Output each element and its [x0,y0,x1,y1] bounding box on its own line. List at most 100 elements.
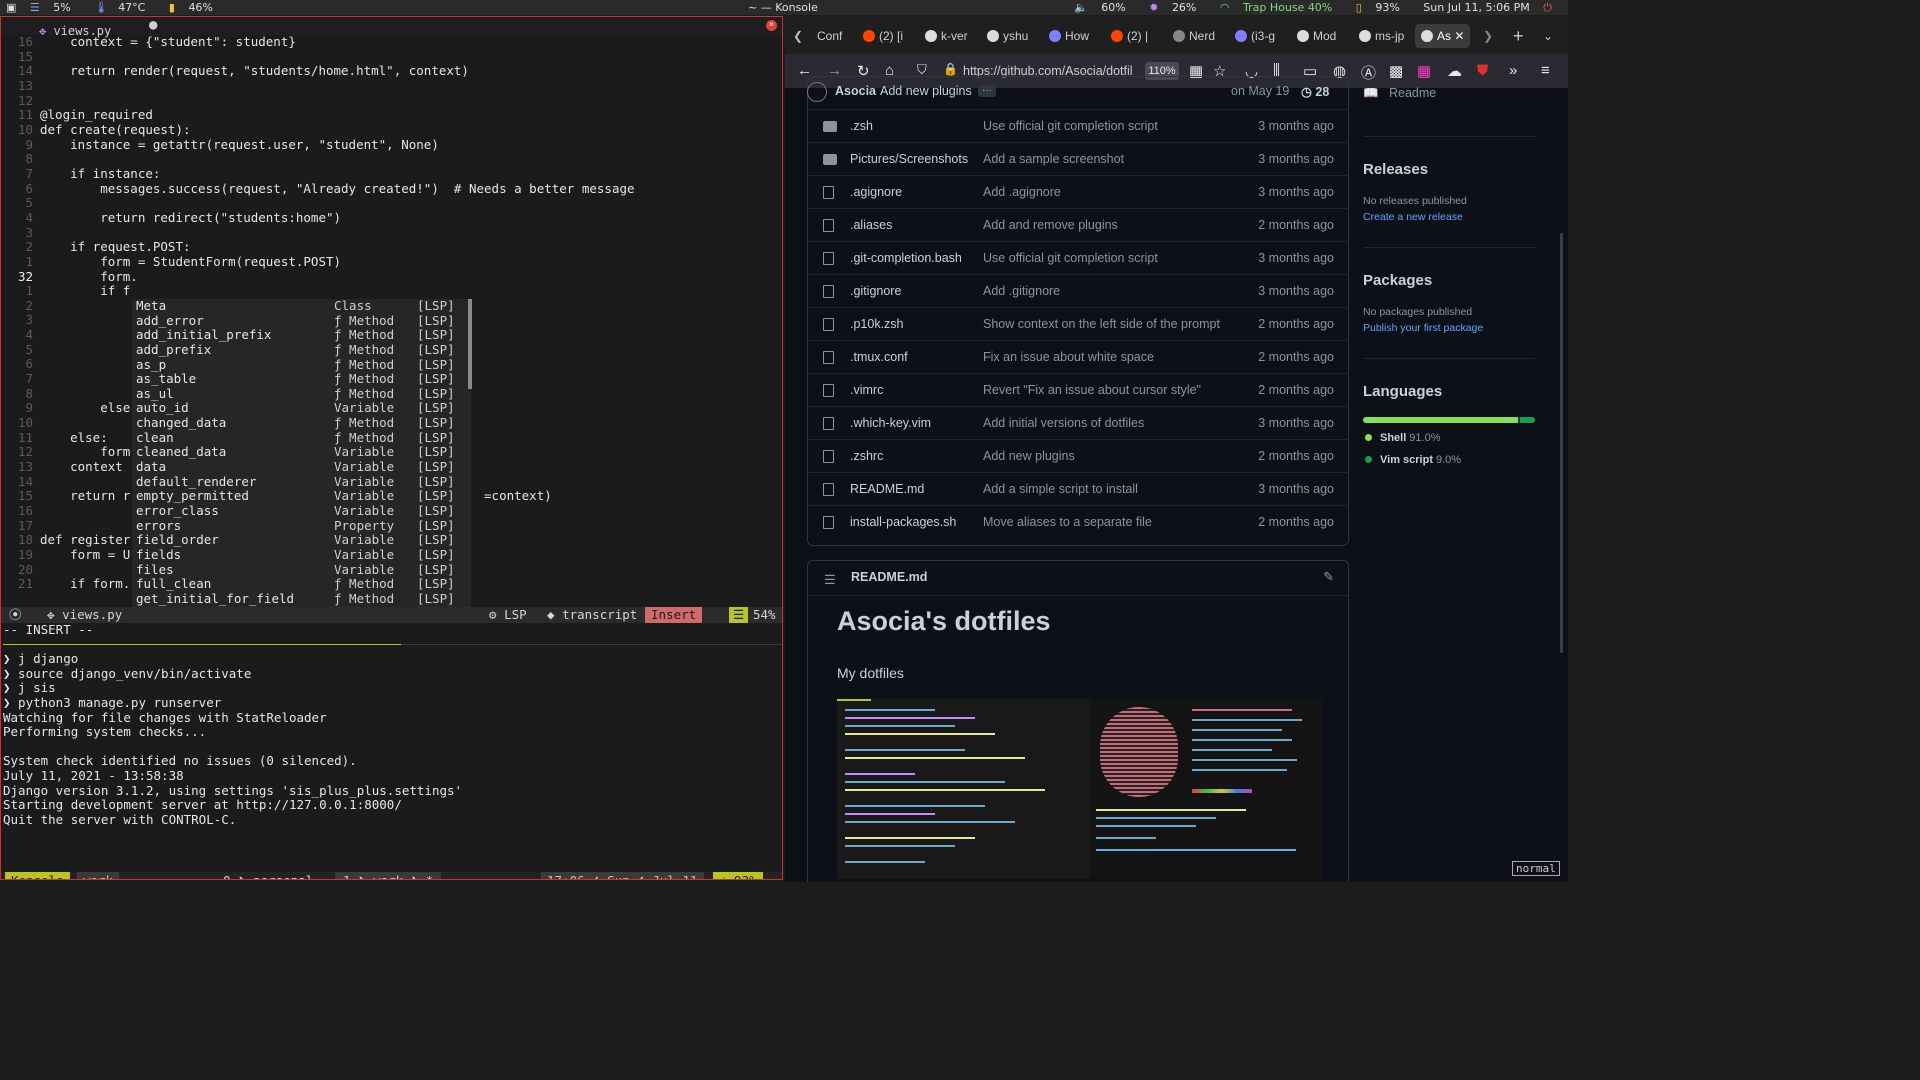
completion-item[interactable]: add_error ƒ Method [LSP] [132,313,471,329]
file-name[interactable]: .tmux.conf [850,350,908,364]
code-line[interactable]: 4 return redirect("students:home") [1,210,782,226]
completion-item[interactable]: changed_data ƒ Method [LSP] [132,415,471,431]
create-release-link[interactable]: Create a new release [1363,211,1463,223]
code-line[interactable]: 8 [1,152,782,167]
code-line[interactable]: 16 context = {"student": student} [1,34,782,50]
avatar[interactable] [807,82,827,102]
file-name[interactable]: .p10k.zsh [850,317,904,331]
file-name[interactable]: .aliases [850,218,892,232]
file-name[interactable]: .agignore [850,185,902,199]
ublock-icon[interactable]: ⛊ [1477,62,1488,79]
completion-item[interactable]: get_initial_for_field ƒ Method [LSP] [132,591,471,607]
commit-expand[interactable]: ··· [978,85,996,97]
file-name[interactable]: install-packages.sh [850,515,956,529]
file-commit-message[interactable]: Add initial versions of dotfiles [983,416,1144,430]
clock[interactable]: Sun Jul 11, 5:06 PM [1423,1,1530,14]
code-line[interactable]: 11 @login_required [1,107,782,123]
code-line[interactable]: 1 if f [1,283,782,299]
completion-item[interactable]: as_table ƒ Method [LSP] [132,372,471,387]
completion-item[interactable]: cleaned_data Variable [LSP] [132,445,471,460]
file-commit-message[interactable]: Add a simple script to install [983,482,1138,496]
new-tab-icon[interactable]: + [1513,24,1524,48]
tab-6[interactable]: Nerd [1173,24,1215,48]
file-row[interactable]: .vimrc Revert "Fix an issue about cursor … [807,373,1349,407]
wifi-indicator[interactable]: ◠ Trap House 40% [1220,1,1342,14]
tmux-window[interactable]: work [77,872,120,879]
workspace-icon[interactable]: ▣ [6,1,16,14]
file-commit-message[interactable]: Fix an issue about white space [983,350,1154,364]
code-line[interactable]: 14 return render(request, "students/home… [1,63,782,79]
code-line[interactable]: 32 form. [1,269,782,285]
code-line[interactable]: 15 [1,49,782,65]
file-commit-message[interactable]: Add and remove plugins [983,218,1118,232]
completion-item[interactable]: full_clean ƒ Method [LSP] [132,577,471,592]
file-commit-message[interactable]: Add .agignore [983,185,1061,199]
completion-item[interactable]: clean ƒ Method [LSP] [132,430,471,446]
readme-link[interactable]: 📖 Readme [1363,86,1436,101]
code-line[interactable]: 1 form = StudentForm(request.POST) [1,254,782,270]
publish-package-link[interactable]: Publish your first package [1363,322,1483,334]
file-row[interactable]: .git-completion.bash Use official git com… [807,241,1349,275]
completion-item[interactable]: auto_id Variable [LSP] [132,401,471,416]
file-commit-message[interactable]: Add new plugins [983,449,1075,463]
tab-1[interactable]: (2) [i [863,24,903,48]
menu-icon[interactable]: ≡ [1541,62,1550,79]
tab-5[interactable]: (2) | [1111,24,1148,48]
lock-icon[interactable]: 🔒 [943,62,958,76]
code-line[interactable]: 10 def create(request): [1,122,782,138]
completion-item[interactable]: field_order Variable [LSP] [132,533,471,548]
file-name[interactable]: .gitignore [850,284,901,298]
code-line[interactable]: 7 if instance: [1,166,782,182]
tab-2[interactable]: k-ver [925,24,968,48]
completion-item[interactable]: as_p ƒ Method [LSP] [132,357,471,373]
completion-scrollbar[interactable] [468,299,472,389]
completion-item[interactable]: files Variable [LSP] [132,562,471,578]
completion-item[interactable]: error_class Variable [LSP] [132,503,471,519]
file-name[interactable]: .vimrc [850,383,883,397]
overflow-icon[interactable]: » [1509,62,1517,79]
readme-screenshot[interactable] [837,699,1322,879]
file-row[interactable]: install-packages.sh Move aliases to a sep… [807,505,1349,539]
code-line[interactable]: 9 instance = getattr(request.user, "stud… [1,137,782,153]
file-row[interactable]: .agignore Add .agignore 3 months ago [807,175,1349,209]
code-line[interactable]: 6 messages.success(request, "Already cre… [1,181,782,197]
file-name[interactable]: .zsh [850,119,873,133]
completion-item[interactable]: data Variable [LSP] [132,459,471,475]
close-tab-icon[interactable]: ✕ [1454,29,1464,43]
commit-author[interactable]: Asocia [835,84,876,98]
file-commit-message[interactable]: Revert "Fix an issue about cursor style" [983,383,1201,397]
code-line[interactable]: 13 [1,78,782,94]
completion-item[interactable]: add_initial_prefix ƒ Method [LSP] [132,328,471,343]
completion-item[interactable]: fields Variable [LSP] [132,547,471,563]
tab-7[interactable]: (i3-g [1235,24,1275,48]
extension-grid-icon[interactable]: ▩ [1389,62,1403,80]
extension-color-icon[interactable]: ▦ [1417,62,1431,80]
tabs-scroll-right-icon[interactable]: ❯ [1483,24,1493,48]
tmux-pane-personal[interactable]: 0 ❯ personal [223,872,313,879]
code-line[interactable]: 12 [1,93,782,109]
file-row[interactable]: .aliases Add and remove plugins 2 months a… [807,208,1349,242]
close-icon[interactable]: × [766,20,777,31]
tab-4[interactable]: How [1049,24,1089,48]
page-scrollbar[interactable] [1560,233,1563,653]
completion-item[interactable]: errors Property [LSP] [132,518,471,534]
file-row[interactable]: .tmux.conf Fix an issue about white space… [807,340,1349,374]
tab-0[interactable]: Conf [817,24,842,48]
tab-active[interactable]: As ✕ [1415,24,1471,48]
file-row[interactable]: .zsh Use official git completion script 3 … [807,109,1349,143]
file-commit-message[interactable]: Move aliases to a separate file [983,515,1152,529]
file-row[interactable]: .gitignore Add .gitignore 3 months ago [807,274,1349,308]
language-vim[interactable]: Vim script 9.0% [1365,454,1461,466]
file-name[interactable]: Pictures/Screenshots [850,152,968,166]
file-row[interactable]: .zshrc Add new plugins 2 months ago [807,439,1349,473]
packages-heading[interactable]: Packages [1363,272,1432,289]
file-commit-message[interactable]: Add a sample screenshot [983,152,1124,166]
volume-indicator[interactable]: 🔈 60% [1074,1,1136,14]
terminal-output[interactable]: ❯ j django ❯ source django_venv/bin/activ… [3,651,462,828]
list-icon[interactable]: ☰ [824,572,836,588]
file-row[interactable]: README.md Add a simple script to install 3… [807,472,1349,506]
completion-item[interactable]: Meta Class [LSP] [132,298,471,314]
tabs-scroll-left-icon[interactable]: ❮ [793,24,803,48]
tmux-pane-work[interactable]: 1 ❯ work ❯ * [335,872,442,879]
language-shell[interactable]: Shell 91.0% [1365,432,1441,444]
